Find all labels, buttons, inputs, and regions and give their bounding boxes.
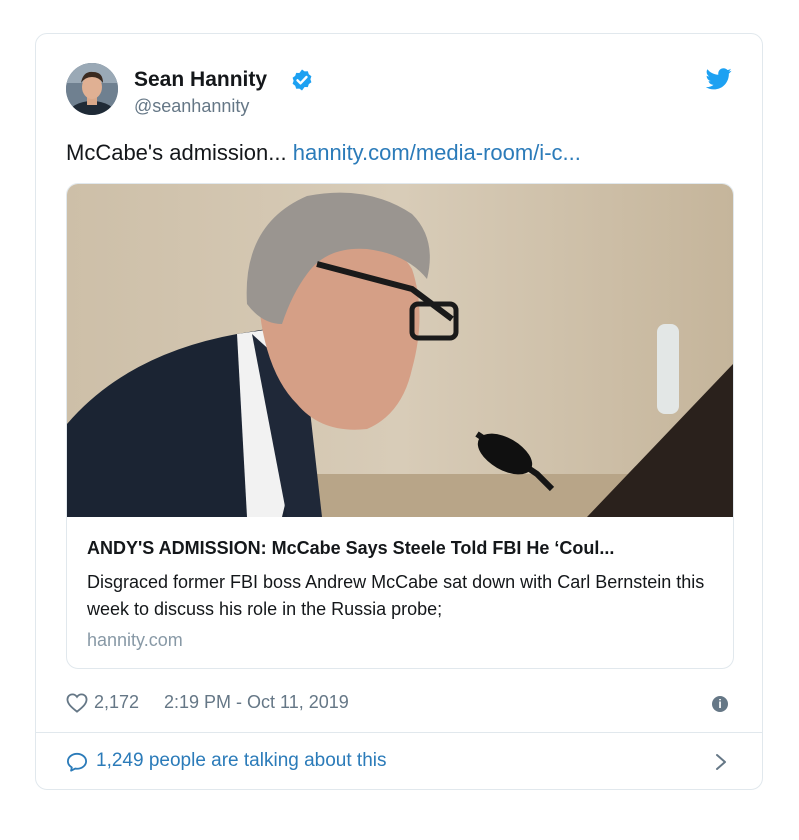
tweet-body: McCabe's admission...	[66, 140, 293, 165]
link-card-domain: hannity.com	[87, 630, 183, 650]
tweet-timestamp[interactable]: 2:19 PM - Oct 11, 2019	[164, 692, 349, 713]
author-name[interactable]: Sean Hannity	[134, 68, 267, 92]
tweet-text: McCabe's admission... hannity.com/media-…	[66, 140, 581, 166]
like-count[interactable]: 2,172	[94, 692, 139, 713]
conversation-label[interactable]: 1,249 people are talking about this	[96, 750, 387, 772]
link-card-description: Disgraced former FBI boss Andrew McCabe …	[87, 572, 705, 619]
info-icon[interactable]: i	[712, 696, 728, 712]
avatar-image	[66, 63, 118, 115]
tweet-card: Sean Hannity @seanhannity McCabe's admis…	[35, 33, 763, 790]
chevron-right-icon[interactable]	[714, 752, 728, 772]
twitter-bird-icon[interactable]	[706, 68, 732, 90]
tweet-link[interactable]: hannity.com/media-room/i-c...	[293, 140, 581, 165]
link-card-title[interactable]: ANDY'S ADMISSION: McCabe Says Steele Tol…	[87, 538, 715, 559]
verified-badge-icon	[292, 69, 312, 91]
divider	[36, 732, 762, 733]
comment-icon	[67, 752, 87, 772]
article-photo	[67, 184, 733, 517]
link-card[interactable]: ANDY'S ADMISSION: McCabe Says Steele Tol…	[66, 183, 734, 669]
author-handle[interactable]: @seanhannity	[134, 96, 249, 117]
avatar[interactable]	[66, 63, 118, 115]
heart-icon[interactable]	[66, 693, 88, 713]
